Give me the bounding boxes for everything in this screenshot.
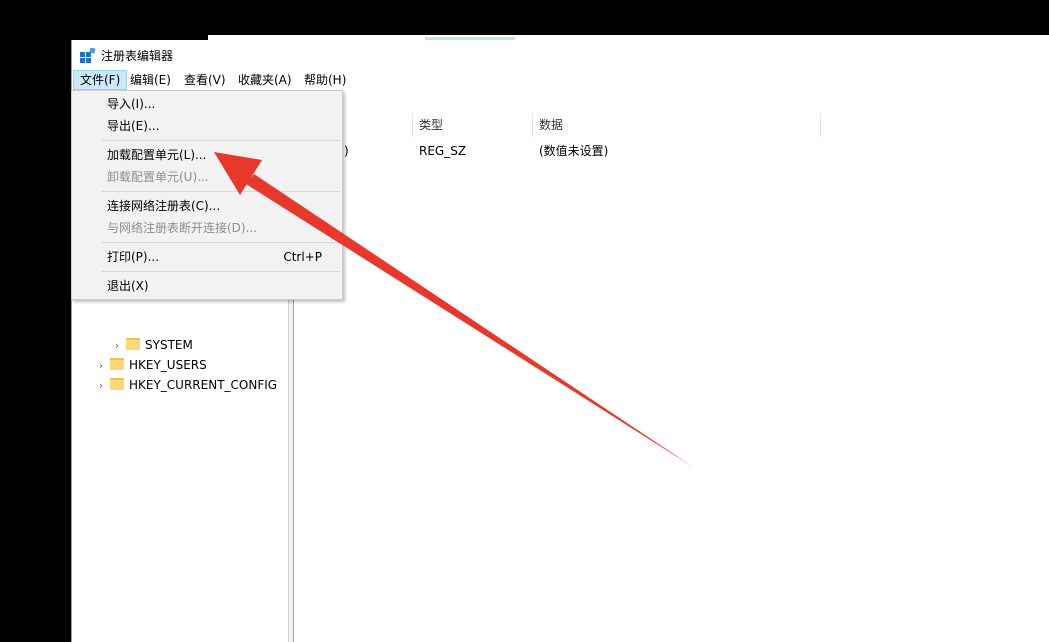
menu-separator (102, 191, 340, 192)
value-data-cell: (数值未设置) (539, 144, 609, 158)
folder-icon (126, 338, 140, 350)
tree-item-hkey-current-config[interactable]: › HKEY_CURRENT_CONFIG (94, 375, 277, 395)
folder-icon (110, 378, 124, 390)
chevron-right-icon[interactable]: › (110, 336, 124, 356)
menu-item-print[interactable]: 打印(P)... Ctrl+P (74, 246, 340, 268)
column-header-data[interactable]: 数据 (533, 113, 821, 137)
menu-view[interactable]: 查看(V) (178, 71, 232, 89)
menu-item-connect-network-registry[interactable]: 连接网络注册表(C)... (74, 195, 340, 217)
chevron-right-icon[interactable]: › (94, 356, 108, 376)
menu-item-exit[interactable]: 退出(X) (74, 275, 340, 297)
menu-help[interactable]: 帮助(H) (298, 71, 352, 89)
tree-item-system[interactable]: › SYSTEM (110, 335, 193, 355)
menu-edit[interactable]: 编辑(E) (124, 71, 177, 89)
menu-item-load-hive[interactable]: 加载配置单元(L)... (74, 144, 340, 166)
value-type-cell: REG_SZ (419, 144, 467, 158)
registry-editor-icon (80, 48, 96, 63)
print-shortcut: Ctrl+P (283, 250, 322, 264)
menu-item-disconnect-network-registry: 与网络注册表断开连接(D)... (107, 221, 258, 235)
window-title: 注册表编辑器 (101, 49, 174, 63)
menu-favorites[interactable]: 收藏夹(A) (232, 71, 298, 89)
menu-separator (102, 271, 340, 272)
chevron-right-icon[interactable]: › (94, 376, 108, 396)
menu-item-export[interactable]: 导出(E)... (74, 115, 340, 137)
tree-item-label: HKEY_USERS (129, 358, 207, 372)
tree-item-label: HKEY_CURRENT_CONFIG (129, 378, 278, 392)
menu-separator (102, 140, 340, 141)
column-header-type[interactable]: 类型 (413, 113, 533, 137)
menu-item-unload-hive: 卸载配置单元(U)... (107, 170, 209, 184)
title-bar: 注册表编辑器 (72, 40, 1049, 70)
menu-separator (102, 242, 340, 243)
menu-bar: 文件(F) 编辑(E) 查看(V) 收藏夹(A) 帮助(H) (72, 70, 1049, 90)
tree-item-hkey-users[interactable]: › HKEY_USERS (94, 355, 207, 375)
menu-item-import[interactable]: 导入(I)... (74, 93, 340, 115)
menu-file[interactable]: 文件(F) (73, 70, 128, 90)
menu-item-print-label: 打印(P)... (107, 250, 160, 264)
file-menu-dropdown: 导入(I)... 导出(E)... 加载配置单元(L)... 卸载配置单元(U)… (71, 90, 343, 300)
folder-icon (110, 358, 124, 370)
tree-item-label: SYSTEM (145, 338, 193, 352)
value-list-pane[interactable]: 类型 数据 ) REG_SZ (数值未设置) (294, 112, 1049, 642)
